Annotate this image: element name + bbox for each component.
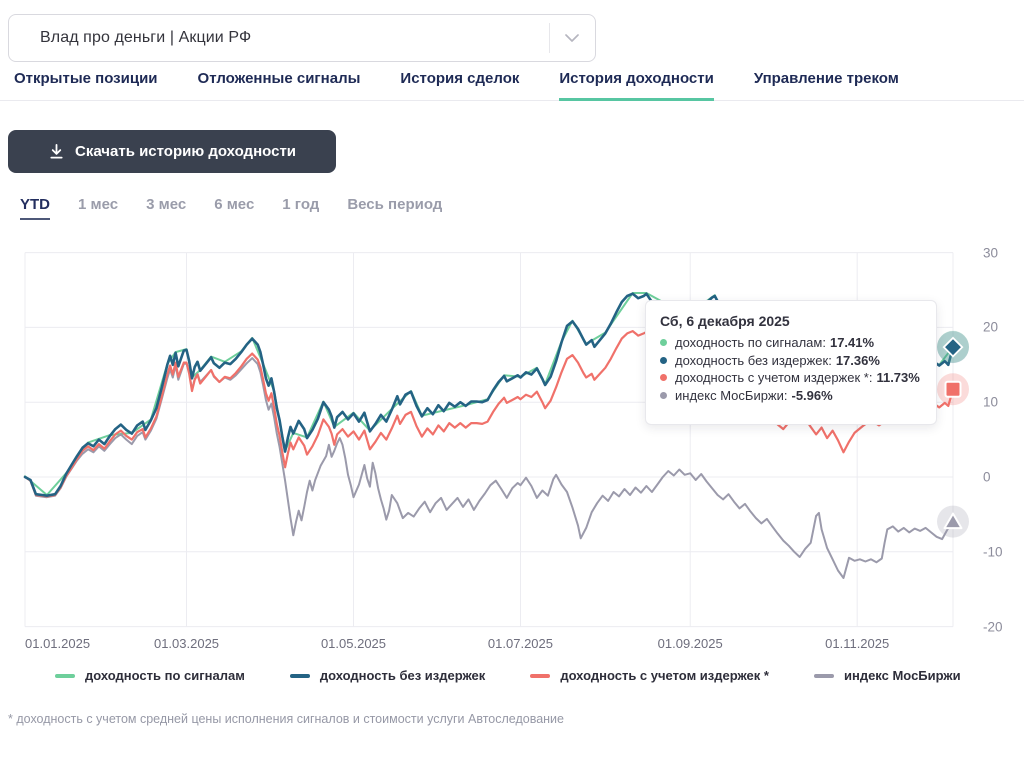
series-dot-icon: [660, 339, 667, 347]
tooltip-row: доходность по сигналам: 17.41%: [660, 334, 922, 352]
download-button-label: Скачать историю доходности: [74, 143, 297, 160]
y-axis-label: -10: [983, 544, 1003, 560]
strategy-select[interactable]: Влад про деньги | Акции РФ: [8, 14, 596, 62]
x-axis-label: 01.11.2025: [825, 636, 890, 651]
strategy-select-value: Влад про деньги | Акции РФ: [40, 29, 252, 46]
legend-swatch-icon: [530, 673, 551, 678]
tab-2[interactable]: Отложенные сигналы: [198, 70, 361, 101]
tab-1[interactable]: Открытые позиции: [14, 70, 158, 101]
legend-label: доходность с учетом издержек *: [560, 668, 769, 683]
performance-chart[interactable]: Сб, 6 декабря 2025 доходность по сигнала…: [0, 245, 1024, 660]
tooltip-row: доходность без издержек: 17.36%: [660, 352, 922, 370]
legend-item-3[interactable]: доходность с учетом издержек *: [530, 668, 769, 683]
x-axis-label: 01.01.2025: [25, 636, 91, 651]
track-performance-page: Влад про деньги | Акции РФ Открытые пози…: [0, 0, 1024, 783]
y-axis-label: 10: [983, 394, 999, 410]
y-axis-label: 20: [983, 319, 999, 335]
legend-item-1[interactable]: доходность по сигналам: [55, 668, 245, 683]
legend-label: индекс МосБиржи: [843, 668, 961, 683]
tooltip-rows: доходность по сигналам: 17.41% доходность…: [660, 334, 922, 404]
x-axis-label: 01.03.2025: [153, 636, 220, 651]
period-6[interactable]: Весь период: [347, 196, 442, 220]
tab-5[interactable]: Управление треком: [754, 70, 899, 101]
legend-item-2[interactable]: доходность без издержек: [289, 668, 486, 683]
legend-label: доходность по сигналам: [85, 668, 245, 683]
chevron-down-icon: [565, 33, 579, 42]
y-axis-label: 30: [983, 245, 999, 261]
download-history-button[interactable]: Скачать историю доходности: [8, 130, 336, 173]
period-2[interactable]: 1 мес: [78, 196, 118, 220]
legend-swatch-icon: [289, 673, 310, 678]
tooltip-row: доходность с учетом издержек *: 11.73%: [660, 369, 922, 387]
tooltip-row: индекс МосБиржи: -5.96%: [660, 387, 922, 405]
tab-4[interactable]: История доходности: [559, 70, 714, 101]
period-3[interactable]: 3 мес: [146, 196, 186, 220]
footnote: * доходность с учетом средней цены испол…: [8, 712, 564, 726]
period-filter: YTD 1 мес 3 мес 6 мес 1 год Весь период: [20, 196, 442, 220]
y-axis-label: -20: [983, 619, 1003, 635]
period-1[interactable]: YTD: [20, 196, 50, 220]
tooltip-date: Сб, 6 декабря 2025: [660, 313, 790, 329]
x-axis-label: 01.07.2025: [487, 636, 554, 651]
series-dot-icon: [660, 356, 667, 364]
legend-label: доходность без издержек: [319, 668, 486, 683]
download-icon: [50, 143, 63, 159]
x-axis-label: 01.09.2025: [657, 636, 723, 651]
y-axis-label: 0: [983, 469, 991, 485]
legend-swatch-icon: [55, 673, 75, 678]
legend-swatch-icon: [813, 673, 834, 678]
period-5[interactable]: 1 год: [282, 196, 319, 220]
x-axis-label: 01.05.2025: [320, 636, 387, 651]
series-dot-icon: [660, 391, 667, 399]
select-divider: [549, 23, 550, 53]
tab-bar: Открытые позиции Отложенные сигналы Истори…: [0, 70, 1024, 101]
chart-legend: доходность по сигналам доходность без изд…: [0, 668, 1024, 683]
tab-3[interactable]: История сделок: [400, 70, 519, 101]
chart-tooltip: Сб, 6 декабря 2025 доходность по сигнала…: [645, 300, 937, 425]
period-4[interactable]: 6 мес: [214, 196, 254, 220]
series-end-marker: [944, 380, 962, 398]
legend-item-4[interactable]: индекс МосБиржи: [813, 668, 961, 683]
series-dot-icon: [660, 374, 667, 382]
